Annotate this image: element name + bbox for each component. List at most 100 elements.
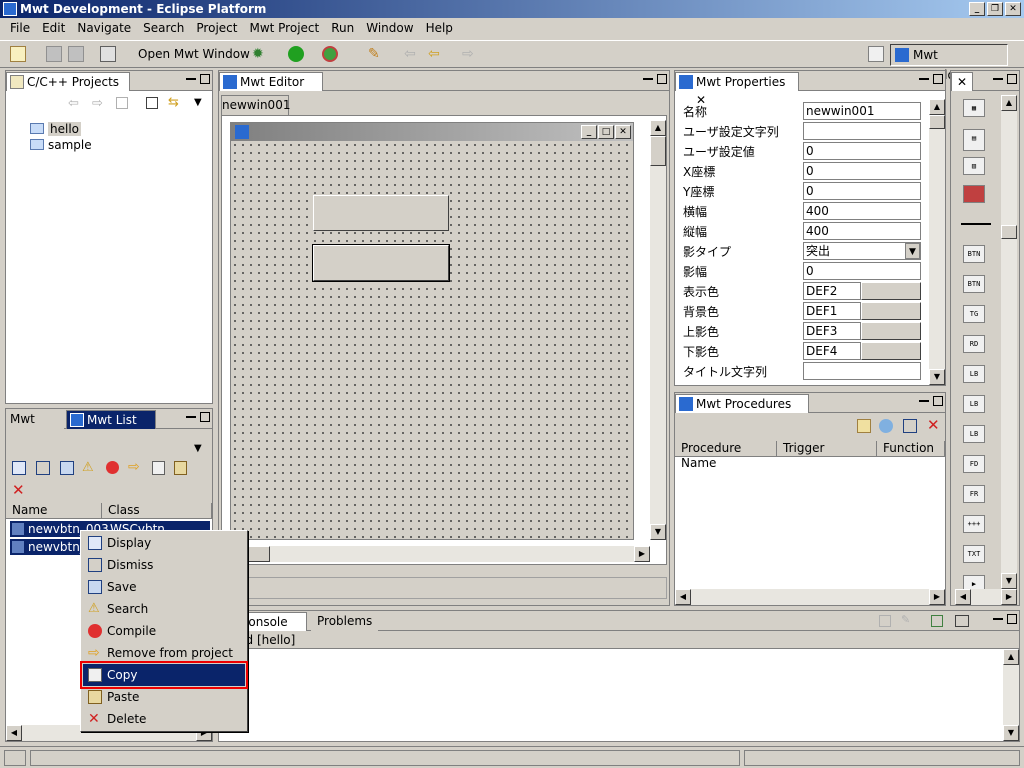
console-scroll-up-icon[interactable]: ▲ [1003, 649, 1019, 665]
designed-window[interactable]: _ □ ✕ [230, 122, 634, 540]
palette-hscroll[interactable]: ◀ ▶ [955, 589, 1017, 605]
tree-item-hello[interactable]: hello [30, 121, 81, 137]
prop-title-string-field[interactable] [803, 362, 921, 380]
maximize-editor-icon[interactable] [657, 74, 667, 84]
console-scroll-down-icon[interactable]: ▼ [1003, 725, 1019, 741]
remove-icon[interactable]: ⇨ [128, 459, 140, 475]
display-color-button[interactable] [861, 282, 921, 300]
bottom-shadow-color-button[interactable] [861, 342, 921, 360]
editor-hscroll[interactable]: ▶ [230, 546, 650, 562]
palette-more-icon[interactable]: ▶ [963, 575, 985, 589]
palette-tool-3-icon[interactable]: ▥ [963, 157, 985, 175]
designer-grid[interactable] [231, 141, 633, 539]
console-vscroll[interactable]: ▲ ▼ [1003, 649, 1019, 741]
minimize-button[interactable]: _ [969, 2, 985, 16]
palette-vscroll[interactable]: ▲ ▼ [1001, 95, 1017, 589]
top-shadow-color-button[interactable] [861, 322, 921, 340]
minimize-procedures-icon[interactable] [919, 396, 929, 402]
copy-list-icon[interactable] [152, 461, 165, 475]
display-console-icon[interactable] [955, 615, 969, 627]
maximize-properties-icon[interactable] [933, 74, 943, 84]
pin-console-icon[interactable] [931, 615, 943, 627]
prop-user-string-field[interactable] [803, 122, 921, 140]
tab-problems[interactable]: Problems [311, 612, 379, 631]
menu-file[interactable]: File [4, 21, 36, 35]
maximize-list-icon[interactable] [200, 412, 210, 422]
proc-scroll-left-icon[interactable]: ◀ [675, 589, 691, 605]
menu-edit[interactable]: Edit [36, 21, 71, 35]
tree-item-sample[interactable]: sample [30, 137, 92, 153]
prop-shadow-width-field[interactable]: 0 [803, 262, 921, 280]
menu-item-dismiss[interactable]: Dismiss [83, 554, 245, 576]
compile-icon[interactable] [106, 461, 119, 474]
palette-radio-icon[interactable]: RD [963, 335, 985, 353]
palette-frame-icon[interactable]: FR [963, 485, 985, 503]
back-nav-icon[interactable]: ⇦ [68, 96, 79, 111]
editor-vscroll[interactable]: ▲ ▼ [650, 120, 666, 540]
maximize-palette-icon[interactable] [1007, 74, 1017, 84]
palette-label2-icon[interactable]: LB [963, 395, 985, 413]
palette-label-icon[interactable]: LB [963, 365, 985, 383]
minimize-properties-icon[interactable] [919, 74, 929, 80]
delete-list-icon[interactable]: ✕ [12, 481, 25, 499]
display-icon[interactable] [12, 461, 26, 475]
properties-vscroll[interactable]: ▲ ▼ [929, 99, 945, 385]
menu-item-save[interactable]: Save [83, 576, 245, 598]
scroll-lock-icon[interactable] [879, 615, 891, 627]
forward-icon[interactable]: ⇨ [462, 46, 478, 62]
menu-search[interactable]: Search [137, 21, 190, 35]
tab-mwt-properties[interactable]: Mwt Properties ✕ [675, 72, 799, 107]
menu-item-display[interactable]: Display [83, 532, 245, 554]
search-icon[interactable]: ✎ [368, 46, 384, 62]
proc-scroll-right-icon[interactable]: ▶ [929, 589, 945, 605]
minimize-editor-icon[interactable] [643, 74, 653, 80]
menu-project[interactable]: Project [190, 21, 243, 35]
status-fastview[interactable] [4, 750, 26, 766]
designed-button-2[interactable] [312, 244, 450, 282]
up-icon[interactable] [116, 97, 128, 109]
list-scroll-left-icon[interactable]: ◀ [6, 725, 22, 741]
palette-label3-icon[interactable]: LB [963, 425, 985, 443]
prop-name-field[interactable]: newwin001 [803, 102, 921, 120]
back-disabled-icon[interactable]: ⇦ [404, 46, 420, 62]
scroll-right-icon[interactable]: ▶ [634, 546, 650, 562]
new-procedure-icon[interactable] [857, 419, 871, 433]
menu-mwt-project[interactable]: Mwt Project [243, 21, 325, 35]
scroll-down-icon[interactable]: ▼ [650, 524, 666, 540]
print-icon[interactable] [68, 46, 84, 62]
prop-top-shadow-field[interactable]: DEF3 [803, 322, 861, 340]
window-procedure-icon[interactable] [903, 419, 917, 433]
clear-console-icon[interactable]: ✎ [901, 613, 910, 626]
palette-text-icon[interactable]: TXT [963, 545, 985, 563]
delete-procedure-icon[interactable]: ✕ [927, 416, 940, 434]
palette-scroll-down-icon[interactable]: ▼ [1001, 573, 1017, 589]
vscroll-thumb[interactable] [650, 136, 666, 166]
prop-width-field[interactable]: 400 [803, 202, 921, 220]
view-menu-icon[interactable]: ▼ [194, 97, 202, 108]
link-editor-icon[interactable]: ⇆ [168, 95, 179, 110]
col-trigger[interactable]: Trigger [777, 441, 877, 457]
procedures-hscroll[interactable]: ◀ ▶ [675, 589, 945, 605]
tab-mwt-list[interactable]: Mwt List ✕ [66, 410, 156, 445]
palette-scroll-right-icon[interactable]: ▶ [1001, 589, 1017, 605]
open-perspective-icon[interactable] [868, 46, 884, 62]
tab-cpp-projects[interactable]: C/C++ Projects ✕ [6, 72, 130, 107]
new-icon[interactable] [10, 46, 26, 62]
collapse-all-icon[interactable] [146, 97, 158, 109]
palette-scroll-left-icon[interactable]: ◀ [955, 589, 971, 605]
menu-run[interactable]: Run [325, 21, 360, 35]
bg-color-button[interactable] [861, 302, 921, 320]
maximize-procedures-icon[interactable] [933, 396, 943, 406]
close-button[interactable]: ✕ [1005, 2, 1021, 16]
debug-icon[interactable]: ✹ [252, 46, 268, 62]
find-procedure-icon[interactable] [879, 419, 893, 433]
binary-icon[interactable] [100, 46, 116, 62]
external-tools-icon[interactable] [322, 46, 338, 62]
palette-field-icon[interactable]: FD [963, 455, 985, 473]
palette-tool-4-icon[interactable] [963, 185, 985, 203]
menu-item-compile[interactable]: Compile [83, 620, 245, 642]
open-mwt-window-button[interactable]: Open Mwt Window [138, 47, 250, 61]
perspective-mwt-development[interactable]: Mwt Development [890, 44, 1008, 82]
minimize-console-icon[interactable] [993, 614, 1003, 620]
palette-toggle-icon[interactable]: TG [963, 305, 985, 323]
